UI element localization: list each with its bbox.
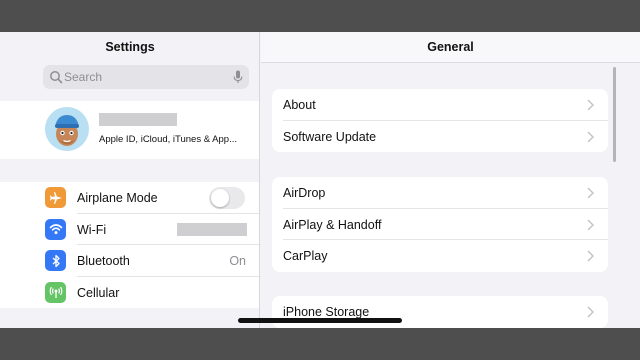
chevron-right-icon [587,99,594,111]
cellular-icon [45,281,66,303]
menu-item-label: CarPlay [283,249,328,263]
sidebar-title: Settings [105,40,155,54]
search-field[interactable]: Search [43,65,249,89]
menu-item-about[interactable]: About [272,89,608,121]
menu-item-label: Software Update [283,129,377,144]
chevron-right-icon [587,187,594,199]
connectivity-group: Airplane Mode Wi-Fi Bluetooth On Cellula… [0,182,259,309]
wifi-icon [45,218,66,240]
general-group-1: About Software Update [272,89,608,152]
menu-item-label: AirPlay & Handoff [283,217,382,232]
sidebar-item-wifi[interactable]: Wi-Fi [0,214,259,245]
chevron-right-icon [587,130,594,143]
home-indicator[interactable] [238,318,402,323]
sidebar-item-label: Wi-Fi [77,222,107,237]
apple-id-profile[interactable]: Apple ID, iCloud, iTunes & App... [0,101,259,159]
menu-item-label: AirDrop [283,186,326,200]
sidebar-item-label: Bluetooth [77,254,130,268]
menu-item-label: About [283,98,316,112]
bluetooth-status: On [229,254,246,268]
profile-subtitle: Apple ID, iCloud, iTunes & App... [99,134,238,145]
chevron-right-icon [587,306,594,318]
search-icon [50,71,63,84]
sidebar-item-label: Airplane Mode [77,191,158,205]
menu-item-carplay[interactable]: CarPlay [272,240,608,272]
toggle-knob [211,189,229,207]
sidebar-item-airplane-mode[interactable]: Airplane Mode [0,182,259,214]
chevron-right-icon [587,218,594,231]
page-title: General [427,40,474,54]
menu-item-software-update[interactable]: Software Update [272,121,608,153]
navigation-bar: General [261,32,640,63]
bluetooth-icon [45,250,66,271]
memoji-avatar-icon [55,115,79,146]
chevron-right-icon [587,250,594,262]
menu-item-airplay-handoff[interactable]: AirPlay & Handoff [272,209,608,240]
menu-item-airdrop[interactable]: AirDrop [272,177,608,209]
search-placeholder: Search [64,70,103,84]
sidebar: Settings Search Apple ID, iCloud, iTunes… [0,32,260,328]
sidebar-item-bluetooth[interactable]: Bluetooth On [0,245,259,277]
menu-item-label: iPhone Storage [283,305,370,319]
airplane-icon [45,187,66,208]
microphone-icon[interactable] [233,70,243,84]
scrollbar[interactable] [613,67,616,162]
airplane-mode-toggle[interactable] [209,187,245,209]
avatar [45,107,89,151]
sidebar-item-cellular[interactable]: Cellular [0,277,259,309]
redacted-network-name [177,222,247,236]
redacted-name [99,113,177,126]
detail-pane: General About Software Update AirDrop Ai… [261,32,640,328]
sidebar-item-label: Cellular [77,285,120,300]
settings-screen: Settings Search Apple ID, iCloud, iTunes… [0,32,640,328]
general-group-2: AirDrop AirPlay & Handoff CarPlay [272,177,608,272]
